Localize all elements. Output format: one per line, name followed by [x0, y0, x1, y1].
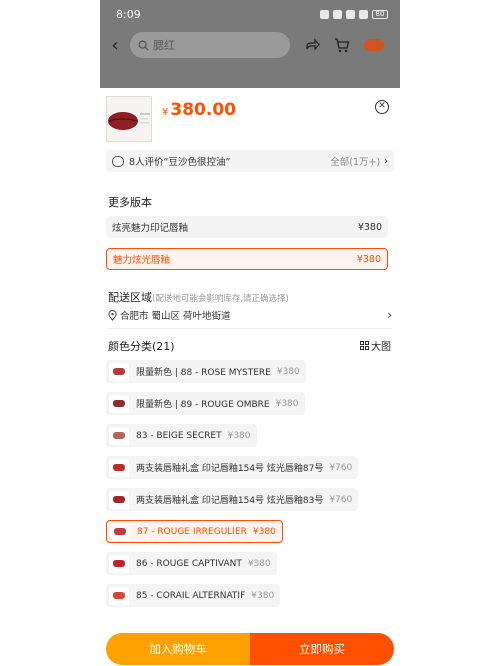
lipstick-swatch-icon — [109, 426, 129, 445]
nfc-icon — [320, 9, 329, 19]
lips-image — [107, 97, 151, 141]
color-price: ¥380 — [251, 590, 275, 601]
status-bar: 8:09 80 — [100, 0, 400, 28]
action-bar: 加入购物车 立即购买 — [106, 633, 394, 665]
version-price: ¥380 — [356, 253, 381, 265]
colors-title: 颜色分类(21) — [108, 340, 175, 353]
review-text: 8人评价“豆沙色很控油” — [129, 157, 231, 168]
share-icon[interactable] — [304, 37, 320, 53]
color-label: 限量新色 | 88 - ROSE MYSTERE — [136, 368, 271, 378]
phone-screen: 8:09 80 ‹ 腮红 ¥ 380.00 ✕ 8人评价“豆沙色很控油” 全部(… — [100, 0, 400, 666]
color-option[interactable]: 83 - BEIGE SECRET ¥380 — [106, 424, 257, 447]
color-price: ¥380 — [252, 526, 276, 537]
close-icon[interactable]: ✕ — [375, 100, 389, 114]
buy-now-button[interactable]: 立即购买 — [250, 633, 394, 665]
color-option[interactable]: 两支装唇釉礼盒 印记唇釉154号 炫光唇釉87号 ¥760 — [106, 456, 359, 479]
address-text: 合肥市 蜀山区 荷叶地街道 — [120, 311, 231, 322]
battery-icon: 80 — [372, 9, 388, 19]
swatch-color — [113, 560, 125, 567]
version-option-selected[interactable]: 魅力炫光唇釉 ¥380 — [106, 248, 388, 270]
version-price: ¥380 — [357, 221, 382, 233]
color-price: ¥760 — [329, 494, 353, 505]
price-value: 380.00 — [170, 100, 236, 120]
price: ¥380.00 — [162, 100, 236, 120]
color-price: ¥380 — [276, 366, 300, 377]
swatch-color — [113, 592, 125, 599]
comment-icon — [112, 155, 124, 167]
delivery-area: 配送区域(配送地可能会影响库存,请正确选择) — [108, 289, 289, 305]
lipstick-swatch-icon — [109, 554, 129, 573]
add-to-cart-button[interactable]: 加入购物车 — [106, 633, 250, 665]
swatch-color — [113, 368, 125, 375]
lipstick-swatch-icon — [109, 394, 129, 413]
nav-actions — [304, 37, 384, 53]
version-label: 魅力炫光唇釉 — [113, 255, 171, 266]
lipstick-swatch-icon — [109, 490, 129, 509]
bluetooth-icon — [333, 9, 342, 19]
big-view-label: 大图 — [371, 342, 391, 353]
swatch-color — [114, 528, 126, 535]
divider — [108, 328, 392, 329]
price-symbol: ¥ — [162, 107, 169, 118]
sku-selector-sheet: ¥380.00 ✕ 8人评价“豆沙色很控油” 全部(1万+) › 更多版本 炫亮… — [100, 88, 400, 666]
cart-icon[interactable] — [334, 37, 350, 53]
search-input[interactable]: 腮红 — [130, 32, 290, 58]
swatch-color — [113, 432, 125, 439]
address-selector[interactable]: 合肥市 蜀山区 荷叶地街道 › — [108, 308, 392, 322]
color-label: 86 - ROUGE CAPTIVANT — [136, 558, 242, 569]
color-option[interactable]: 两支装唇釉礼盒 印记唇釉154号 炫光唇釉83号 ¥760 — [106, 488, 359, 511]
version-option[interactable]: 炫亮魅力印记唇釉 ¥380 — [106, 216, 388, 238]
color-label: 83 - BEIGE SECRET — [136, 430, 222, 441]
lipstick-swatch-icon — [109, 586, 129, 605]
swatch-color — [113, 464, 125, 471]
search-placeholder: 腮红 — [153, 39, 175, 52]
color-option[interactable]: 85 - CORAIL ALTERNATIF ¥380 — [106, 584, 281, 607]
color-label: 87 - ROUGE IRREGULIER — [137, 526, 247, 537]
product-thumbnail[interactable] — [106, 96, 152, 142]
swatch-color — [113, 496, 125, 503]
lipstick-swatch-icon — [109, 458, 129, 477]
color-option[interactable]: 86 - ROUGE CAPTIVANT ¥380 — [106, 552, 277, 575]
color-option[interactable]: 限量新色 | 89 - ROUGE OMBRE ¥380 — [106, 392, 305, 415]
big-view-toggle[interactable]: 大图 — [360, 338, 391, 353]
review-total: 全部(1万+) — [330, 157, 381, 168]
back-arrow-icon[interactable]: ‹ — [100, 35, 130, 56]
wifi-icon — [346, 9, 355, 19]
chevron-right-icon: › — [387, 308, 392, 322]
color-price: ¥380 — [227, 430, 251, 441]
delivery-note: (配送地可能会影响库存,请正确选择) — [152, 294, 289, 304]
search-icon — [138, 40, 149, 51]
more-menu-icon[interactable] — [364, 39, 384, 51]
color-label: 两支装唇釉礼盒 印记唇釉154号 炫光唇釉83号 — [136, 496, 324, 506]
color-label: 两支装唇釉礼盒 印记唇釉154号 炫光唇釉87号 — [136, 464, 324, 474]
review-summary[interactable]: 8人评价“豆沙色很控油” 全部(1万+) › — [106, 150, 394, 172]
status-time: 8:09 — [116, 7, 141, 21]
color-label: 85 - CORAIL ALTERNATIF — [136, 590, 246, 601]
color-price: ¥380 — [247, 558, 271, 569]
signal-icon — [359, 9, 368, 19]
nav-row: ‹ 腮红 — [100, 30, 400, 60]
color-price: ¥380 — [275, 398, 299, 409]
status-icons: 80 — [320, 9, 388, 19]
color-option-selected[interactable]: 87 - ROUGE IRREGULIER ¥380 — [106, 520, 283, 543]
lipstick-swatch-icon — [109, 362, 129, 381]
swatch-color — [113, 400, 125, 407]
versions-title: 更多版本 — [108, 196, 152, 209]
location-pin-icon — [108, 309, 117, 321]
grid-icon — [360, 341, 369, 350]
lipstick-swatch-icon — [110, 522, 130, 541]
version-label: 炫亮魅力印记唇釉 — [112, 223, 189, 234]
dimmed-header: 8:09 80 ‹ 腮红 — [100, 0, 400, 88]
color-option[interactable]: 限量新色 | 88 - ROSE MYSTERE ¥380 — [106, 360, 306, 383]
chevron-right-icon: › — [384, 155, 388, 167]
delivery-title: 配送区域 — [108, 291, 152, 304]
color-price: ¥760 — [329, 462, 353, 473]
color-label: 限量新色 | 89 - ROUGE OMBRE — [136, 400, 270, 410]
